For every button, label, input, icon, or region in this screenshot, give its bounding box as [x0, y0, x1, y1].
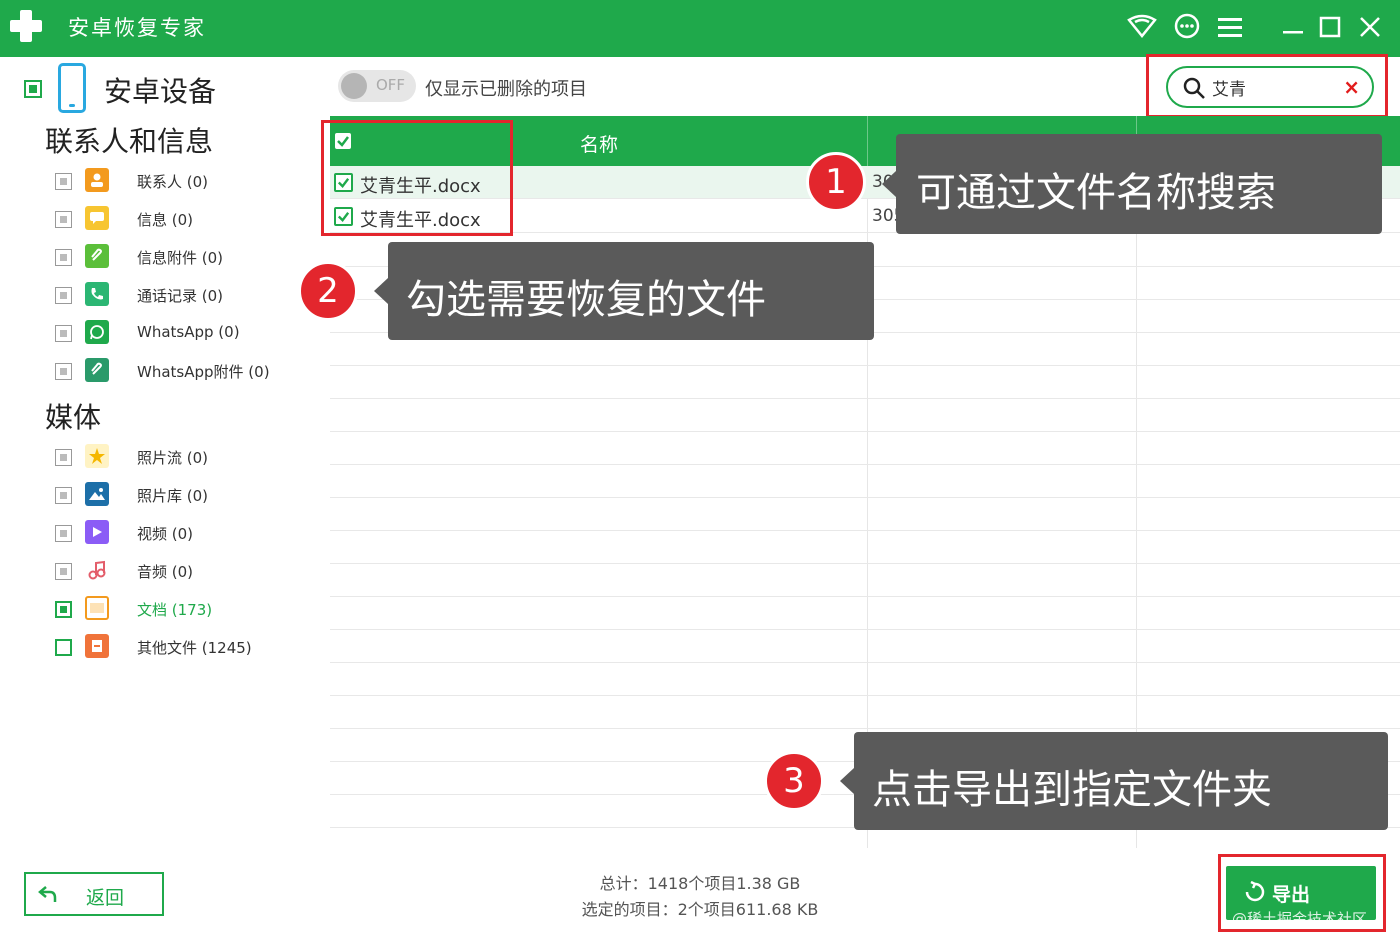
category-label: 照片库 (0) — [137, 487, 209, 505]
callout-arrow — [840, 768, 854, 794]
step-badge-3: 3 — [764, 751, 824, 811]
toggle-state: OFF — [376, 76, 406, 94]
close-icon[interactable] — [1352, 10, 1388, 44]
category-checkbox[interactable] — [55, 325, 72, 342]
empty-row — [330, 498, 1400, 531]
audio-icon — [85, 558, 109, 582]
category-label: WhatsApp附件 (0) — [137, 363, 270, 381]
toggle-label: 仅显示已删除的项目 — [425, 79, 587, 100]
back-arrow-icon — [38, 886, 57, 902]
callout-arrow — [882, 171, 896, 197]
callout-text: 勾选需要恢复的文件 — [406, 277, 766, 323]
category-item-message-attachments[interactable]: 信息附件 (0) — [55, 244, 315, 270]
video-icon — [85, 520, 109, 544]
category-item-documents[interactable]: 文档 (173) — [55, 596, 315, 622]
category-item-contacts[interactable]: 联系人 (0) — [55, 168, 315, 194]
callout-text: 点击导出到指定文件夹 — [872, 767, 1272, 813]
attachment-icon — [85, 244, 109, 268]
callout-arrow — [374, 278, 388, 304]
category-checkbox[interactable] — [55, 173, 72, 190]
category-label: 视频 (0) — [137, 525, 194, 543]
category-checkbox[interactable] — [55, 449, 72, 466]
category-item-whatsapp-attachments[interactable]: WhatsApp附件 (0) — [55, 358, 315, 384]
category-item-messages[interactable]: 信息 (0) — [55, 206, 315, 232]
section-title-contacts: 联系人和信息 — [45, 125, 214, 158]
category-label: 照片流 (0) — [137, 449, 209, 467]
category-item-call-log[interactable]: 通话记录 (0) — [55, 282, 315, 308]
whatsapp-icon — [85, 320, 109, 344]
other-files-icon — [85, 634, 109, 658]
column-separator — [867, 116, 868, 166]
empty-row — [330, 630, 1400, 663]
document-icon — [85, 596, 109, 620]
category-item-video[interactable]: 视频 (0) — [55, 520, 315, 546]
empty-row — [330, 696, 1400, 729]
call-log-icon — [85, 282, 109, 306]
category-label: 通话记录 (0) — [137, 287, 224, 305]
category-label: 文档 (173) — [137, 601, 213, 619]
empty-row — [330, 597, 1400, 630]
chat-icon[interactable] — [1169, 10, 1205, 44]
menu-icon[interactable] — [1212, 10, 1248, 44]
highlight-box-selection — [321, 120, 513, 236]
highlight-box-search — [1146, 54, 1388, 118]
minimize-icon[interactable] — [1275, 10, 1311, 44]
device-name: 安卓设备 — [104, 75, 217, 108]
column-header-name[interactable]: 名称 — [580, 130, 618, 157]
callout-text: 可通过文件名称搜索 — [916, 170, 1276, 216]
maximize-icon[interactable] — [1312, 10, 1348, 44]
empty-row — [330, 465, 1400, 498]
photo-stream-icon — [85, 444, 109, 468]
category-checkbox[interactable] — [55, 639, 72, 656]
device-checkbox[interactable] — [24, 80, 42, 98]
category-item-whatsapp[interactable]: WhatsApp (0) — [55, 320, 315, 346]
category-label: 联系人 (0) — [137, 173, 209, 191]
back-label: 返回 — [86, 887, 125, 909]
contact-icon — [85, 168, 109, 192]
category-checkbox[interactable] — [55, 563, 72, 580]
category-item-photo-library[interactable]: 照片库 (0) — [55, 482, 315, 508]
empty-row — [330, 564, 1400, 597]
empty-row — [330, 432, 1400, 465]
wifi-icon[interactable] — [1124, 10, 1160, 44]
category-label: 音频 (0) — [137, 563, 194, 581]
category-checkbox[interactable] — [55, 601, 72, 618]
step-badge-2: 2 — [298, 261, 358, 321]
step-badge-1: 1 — [806, 152, 866, 212]
category-item-other-files[interactable]: 其他文件 (1245) — [55, 634, 315, 660]
message-icon — [85, 206, 109, 230]
deleted-only-toggle[interactable]: OFF — [338, 70, 416, 102]
phone-icon — [58, 63, 86, 113]
app-logo-icon — [10, 10, 42, 42]
category-checkbox[interactable] — [55, 249, 72, 266]
category-label: 信息 (0) — [137, 211, 194, 229]
category-item-audio[interactable]: 音频 (0) — [55, 558, 315, 584]
category-label: WhatsApp (0) — [137, 323, 240, 341]
callout-select-tip: 勾选需要恢复的文件 — [374, 242, 874, 340]
empty-row — [330, 663, 1400, 696]
callout-export-tip: 点击导出到指定文件夹 — [840, 732, 1388, 830]
category-checkbox[interactable] — [55, 487, 72, 504]
category-checkbox[interactable] — [55, 211, 72, 228]
section-title-media: 媒体 — [45, 401, 102, 434]
callout-search-tip: 可通过文件名称搜索 — [882, 134, 1382, 234]
category-item-photo-stream[interactable]: 照片流 (0) — [55, 444, 315, 470]
watermark: @稀土掘金技术社区 — [1232, 910, 1368, 928]
empty-row — [330, 366, 1400, 399]
selected-stats: 选定的项目：2个项目611.68 KB — [581, 900, 819, 919]
app-title: 安卓恢复专家 — [68, 16, 206, 40]
category-label: 信息附件 (0) — [137, 249, 224, 267]
category-checkbox[interactable] — [55, 287, 72, 304]
total-stats: 总计：1418个项目1.38 GB — [599, 874, 801, 893]
category-label: 其他文件 (1245) — [137, 639, 252, 657]
category-checkbox[interactable] — [55, 525, 72, 542]
photo-library-icon — [85, 482, 109, 506]
back-button[interactable]: 返回 — [24, 872, 164, 916]
empty-row — [330, 399, 1400, 432]
toggle-knob — [341, 73, 367, 99]
category-checkbox[interactable] — [55, 363, 72, 380]
empty-row — [330, 531, 1400, 564]
title-bar: 安卓恢复专家 — [0, 0, 1400, 57]
whatsapp-attachment-icon — [85, 358, 109, 382]
